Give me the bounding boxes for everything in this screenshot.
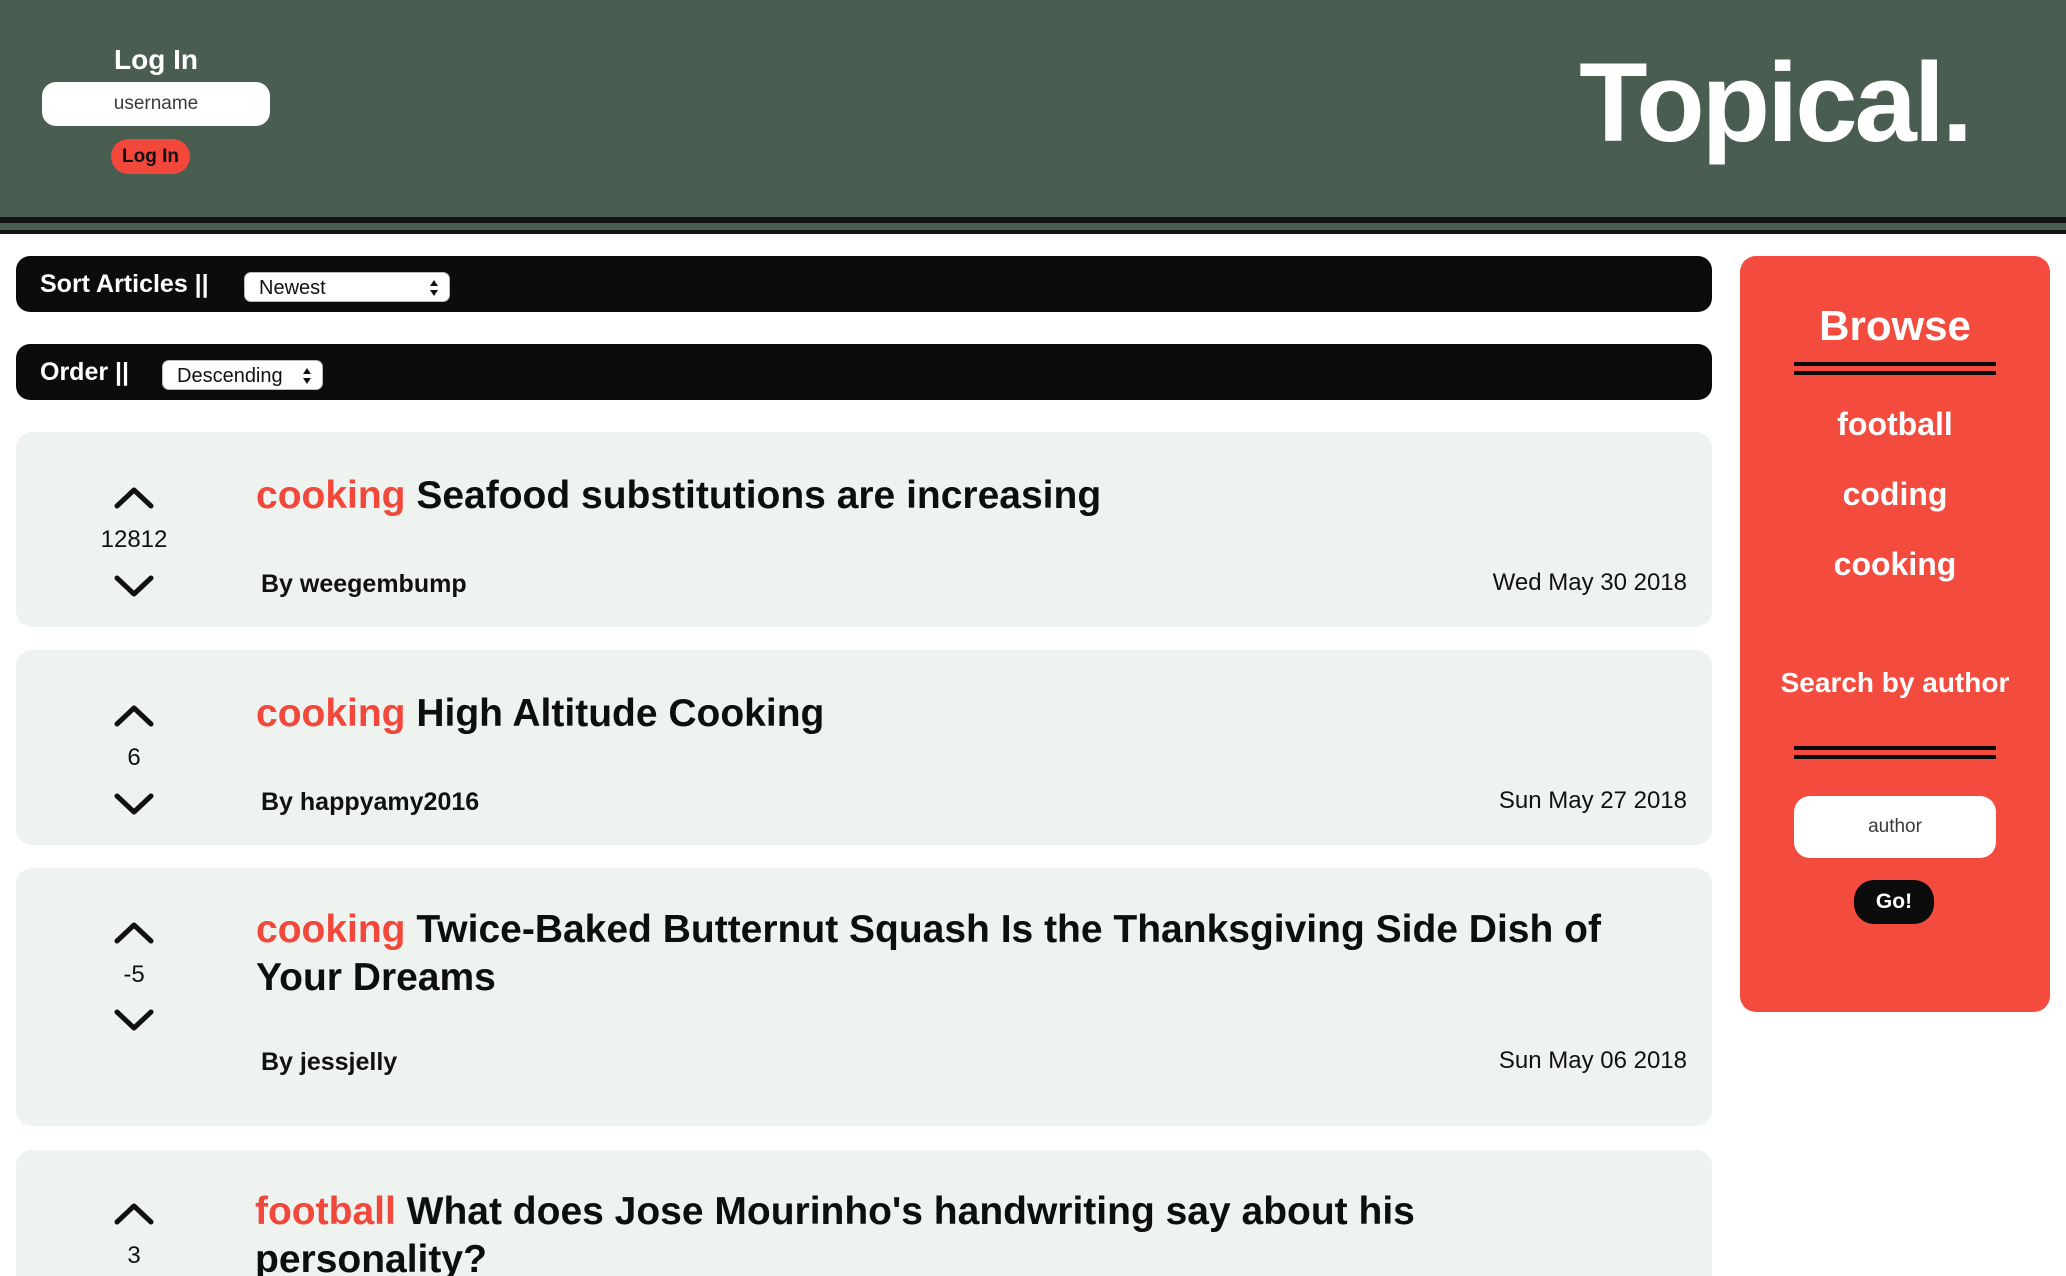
vote-count: 12812 xyxy=(100,526,168,553)
article-title-text[interactable]: Seafood substitutions are increasing xyxy=(416,474,1101,517)
header-divider-gap xyxy=(0,223,2066,230)
article-card[interactable]: 3 football What does Jose Mourinho's han… xyxy=(16,1150,1712,1276)
site-header: Log In Log In Topical. xyxy=(0,0,2066,217)
author-search-input[interactable] xyxy=(1794,796,1996,858)
browse-divider xyxy=(1794,362,1996,375)
sidebar-topic-football[interactable]: football xyxy=(1740,406,2050,443)
vote-count: 6 xyxy=(127,744,141,771)
login-title: Log In xyxy=(114,44,198,75)
article-author[interactable]: By happyamy2016 xyxy=(261,788,479,817)
login-button[interactable]: Log In xyxy=(111,139,190,174)
sort-select[interactable]: Newest xyxy=(244,272,450,302)
browse-sidebar: Browse football coding cooking Search by… xyxy=(1740,256,2050,1012)
article-topic[interactable]: cooking xyxy=(256,692,406,735)
chevron-up-icon[interactable] xyxy=(112,482,156,512)
sidebar-topic-coding[interactable]: coding xyxy=(1740,476,2050,513)
vote-count: 3 xyxy=(127,1242,141,1269)
order-bar: Order || Descending xyxy=(16,344,1712,400)
article-card[interactable]: 12812 cooking Seafood substitutions are … xyxy=(16,432,1712,627)
username-input[interactable] xyxy=(42,82,270,126)
article-title[interactable]: cooking Seafood substitutions are increa… xyxy=(256,472,1636,520)
search-author-title: Search by author xyxy=(1780,667,2010,698)
article-title[interactable]: cooking Twice-Baked Butternut Squash Is … xyxy=(256,906,1636,1002)
article-date: Sun May 27 2018 xyxy=(1498,787,1687,814)
sort-bar: Sort Articles || Newest xyxy=(16,256,1712,312)
sort-label: Sort Articles || xyxy=(40,270,209,298)
chevron-down-icon[interactable] xyxy=(112,1006,156,1036)
article-author[interactable]: By jessjelly xyxy=(261,1048,397,1077)
header-divider-bottom xyxy=(0,230,2066,234)
chevron-up-icon[interactable] xyxy=(112,917,156,947)
page: Log In Log In Topical. Sort Articles || … xyxy=(0,0,2066,1276)
select-arrows-icon xyxy=(430,280,438,296)
article-title-text[interactable]: What does Jose Mourinho's handwriting sa… xyxy=(255,1190,1415,1276)
article-card[interactable]: -5 cooking Twice-Baked Butternut Squash … xyxy=(16,868,1712,1126)
order-select[interactable]: Descending xyxy=(162,360,323,390)
select-arrows-icon xyxy=(303,368,311,384)
sort-select-value: Newest xyxy=(259,277,326,299)
chevron-down-icon[interactable] xyxy=(112,572,156,602)
browse-title: Browse xyxy=(1819,302,1971,349)
search-divider xyxy=(1794,746,1996,759)
article-title-text[interactable]: Twice-Baked Butternut Squash Is the Than… xyxy=(256,908,1601,999)
article-topic[interactable]: cooking xyxy=(256,908,406,951)
chevron-up-icon[interactable] xyxy=(112,1198,156,1228)
chevron-up-icon[interactable] xyxy=(112,700,156,730)
article-author[interactable]: By weegembump xyxy=(261,570,467,599)
article-topic[interactable]: cooking xyxy=(256,474,406,517)
order-label: Order || xyxy=(40,358,130,386)
article-title[interactable]: cooking High Altitude Cooking xyxy=(256,690,1636,738)
article-date: Sun May 06 2018 xyxy=(1498,1047,1687,1074)
chevron-down-icon[interactable] xyxy=(112,790,156,820)
site-logo[interactable]: Topical. xyxy=(1540,38,1973,168)
article-card[interactable]: 6 cooking High Altitude Cooking By happy… xyxy=(16,650,1712,845)
article-topic[interactable]: football xyxy=(255,1190,396,1233)
article-date: Wed May 30 2018 xyxy=(1492,569,1687,596)
article-title[interactable]: football What does Jose Mourinho's handw… xyxy=(255,1188,1635,1276)
sidebar-topic-cooking[interactable]: cooking xyxy=(1740,546,2050,583)
order-select-value: Descending xyxy=(177,365,283,387)
go-button[interactable]: Go! xyxy=(1854,880,1934,924)
vote-count: -5 xyxy=(123,961,145,988)
article-title-text[interactable]: High Altitude Cooking xyxy=(416,692,824,735)
